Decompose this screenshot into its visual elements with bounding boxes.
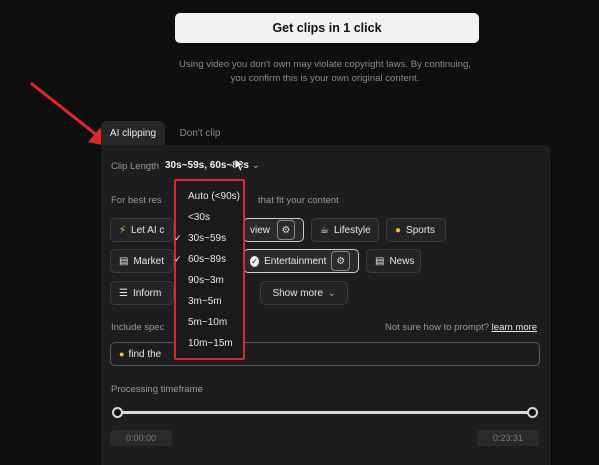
get-clips-button[interactable]: Get clips in 1 click [175, 13, 479, 43]
option-label: 3m~5m [188, 295, 222, 307]
best-results-suffix: that fit your content [258, 195, 339, 206]
books-icon: ☰ [119, 287, 128, 299]
best-results-prefix: For best res [111, 195, 162, 206]
settings-panel [101, 145, 551, 465]
chip-entertainment[interactable]: ✓ Entertainment ⚙ [243, 249, 359, 273]
disclaimer-line-1: Using video you don't own may violate co… [179, 59, 471, 70]
checkmark-icon: ✓ [174, 253, 182, 264]
chip-review[interactable]: view ⚙ [243, 218, 304, 242]
option-label: 30s~59s [188, 232, 227, 244]
learn-more-link[interactable]: learn more [492, 322, 537, 333]
check-circle-icon: ✓ [250, 255, 260, 267]
gear-icon[interactable]: ⚙ [331, 251, 350, 271]
prompt-input-value: find the [128, 348, 162, 360]
dropdown-option-30-59s[interactable]: ✓ 30s~59s [174, 228, 243, 248]
dropdown-option-90s-3m[interactable]: 90s~3m [176, 270, 243, 290]
mouse-cursor-icon [234, 158, 246, 172]
dropdown-option-auto[interactable]: Auto (<90s) [176, 186, 243, 206]
chip-sports[interactable]: ● Sports [386, 218, 446, 242]
option-label: 60s~89s [188, 253, 227, 265]
chip-sports-label: Sports [406, 224, 435, 236]
lightbulb-icon: ● [119, 349, 125, 359]
chip-news-label: News [389, 255, 415, 267]
option-label: 90s~3m [188, 274, 224, 286]
chevron-down-icon: ⌄ [328, 287, 336, 298]
chip-let-ai-label: Let AI c [131, 224, 165, 236]
chip-entertainment-label: Entertainment [264, 255, 327, 267]
processing-timeframe-label: Processing timeframe [111, 384, 203, 395]
option-label: <30s [188, 211, 210, 223]
timeframe-slider-track[interactable] [117, 411, 534, 414]
chip-informative[interactable]: ☰ Inform [110, 281, 174, 305]
end-time-field[interactable]: 0:23:31 [477, 430, 539, 446]
tab-ai-clipping[interactable]: AI clipping [101, 121, 165, 145]
chip-review-label: view [250, 224, 271, 236]
slider-start-handle[interactable] [112, 407, 123, 418]
clip-length-dropdown: Auto (<90s) <30s ✓ 30s~59s ✓ 60s~89s 90s… [174, 179, 245, 360]
dropdown-option-3-5m[interactable]: 3m~5m [176, 291, 243, 311]
option-label: 10m~15m [188, 337, 233, 349]
slider-end-handle[interactable] [527, 407, 538, 418]
dropdown-option-10-15m[interactable]: 10m~15m [176, 333, 243, 353]
chip-lifestyle[interactable]: ☕ Lifestyle [311, 218, 379, 242]
include-spec-label: Include spec [111, 322, 165, 333]
prompt-hint-text: Not sure how to prompt? [385, 322, 490, 333]
prompt-hint: Not sure how to prompt? learn more [385, 322, 537, 333]
newspaper-icon: ▤ [375, 255, 385, 267]
start-time-field[interactable]: 0:00:00 [110, 430, 172, 446]
chevron-down-icon: ⌄ [251, 160, 260, 170]
lightning-icon: ⚡ [119, 224, 127, 236]
chip-marketing[interactable]: ▤ Market [110, 249, 174, 273]
lifestyle-icon: ☕ [320, 224, 329, 236]
show-more-button[interactable]: Show more ⌄ [260, 281, 348, 305]
tab-dont-clip[interactable]: Don't clip [170, 121, 230, 145]
chart-icon: ▤ [119, 255, 129, 267]
option-label: Auto (<90s) [188, 190, 240, 202]
disclaimer-line-2: you confirm this is your own original co… [230, 73, 420, 84]
clip-length-label: Clip Length [111, 161, 160, 172]
medal-icon: ● [395, 224, 402, 236]
gear-icon[interactable]: ⚙ [277, 220, 295, 240]
option-label: 5m~10m [188, 316, 228, 328]
chip-lifestyle-label: Lifestyle [333, 224, 371, 236]
dropdown-option-5-10m[interactable]: 5m~10m [176, 312, 243, 332]
chip-info-label: Inform [132, 287, 162, 299]
show-more-label: Show more [272, 287, 324, 299]
dropdown-option-under-30s[interactable]: <30s [176, 207, 243, 227]
chip-news[interactable]: ▤ News [366, 249, 421, 273]
chip-let-ai[interactable]: ⚡ Let AI c [110, 218, 174, 242]
dropdown-option-60-89s[interactable]: ✓ 60s~89s [174, 249, 243, 269]
chip-marketing-label: Market [133, 255, 165, 267]
checkmark-icon: ✓ [174, 232, 182, 243]
